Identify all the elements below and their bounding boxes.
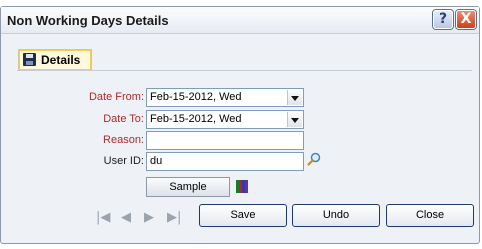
user-id-label: User ID: bbox=[103, 155, 144, 167]
tab-details-label: Details bbox=[41, 53, 81, 67]
magnifier-lookup-icon[interactable] bbox=[307, 152, 321, 166]
date-to-dropdown[interactable]: Feb-15-2012, Wed bbox=[146, 110, 304, 129]
previous-record-icon[interactable]: ◀ bbox=[121, 210, 131, 225]
save-button[interactable]: Save bbox=[199, 204, 287, 227]
next-record-icon[interactable]: ▶ bbox=[144, 210, 154, 225]
color-bars-icon[interactable] bbox=[236, 179, 249, 193]
chevron-down-icon[interactable] bbox=[287, 112, 302, 127]
user-id-input[interactable]: du bbox=[146, 152, 304, 171]
last-record-icon[interactable]: ▶| bbox=[167, 210, 181, 225]
date-from-dropdown[interactable]: Feb-15-2012, Wed bbox=[146, 88, 304, 107]
user-id-value: du bbox=[150, 155, 163, 167]
window-title: Non Working Days Details bbox=[7, 13, 169, 28]
date-to-value: Feb-15-2012, Wed bbox=[150, 113, 242, 125]
date-from-label: Date From: bbox=[88, 91, 144, 103]
reason-input[interactable] bbox=[146, 131, 304, 150]
help-button[interactable]: ? bbox=[433, 10, 453, 29]
reason-label: Reason: bbox=[103, 134, 144, 146]
close-window-button[interactable]: X bbox=[456, 10, 476, 29]
title-bar[interactable]: Non Working Days Details ? X bbox=[1, 7, 479, 34]
date-from-value: Feb-15-2012, Wed bbox=[150, 91, 242, 103]
close-button[interactable]: Close bbox=[386, 204, 474, 227]
tab-details[interactable]: Details bbox=[18, 49, 92, 71]
date-to-label: Date To: bbox=[103, 113, 144, 125]
sample-button[interactable]: Sample bbox=[146, 177, 230, 197]
undo-button[interactable]: Undo bbox=[292, 204, 380, 227]
first-record-icon[interactable]: |◀ bbox=[96, 210, 110, 225]
floppy-disk-icon bbox=[23, 53, 36, 66]
chevron-down-icon[interactable] bbox=[287, 90, 302, 105]
